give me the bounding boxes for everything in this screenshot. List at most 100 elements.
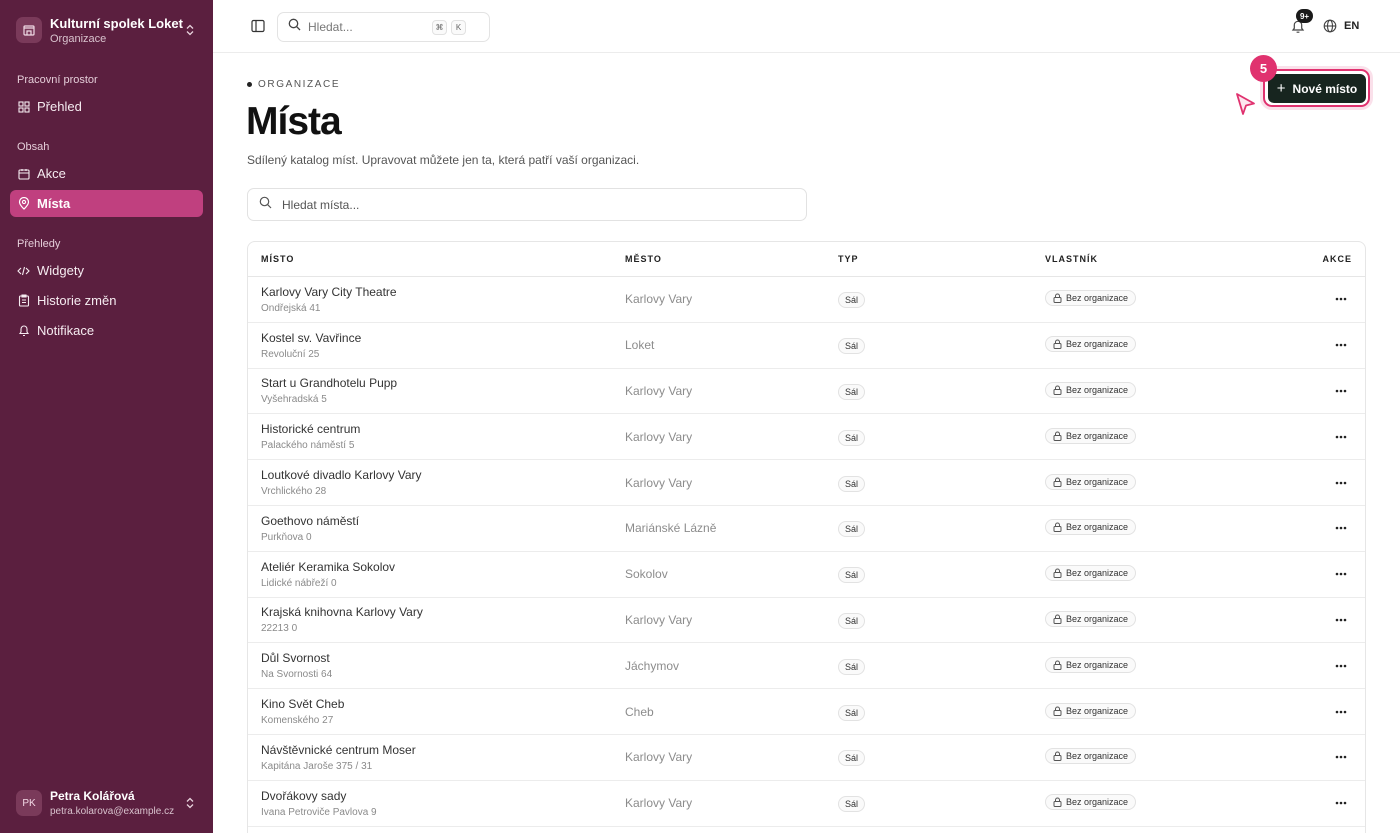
lock-icon [1053,706,1062,716]
place-address: Vrchlického 28 [261,486,327,498]
more-actions-icon[interactable] [1330,563,1352,585]
new-place-button[interactable]: + Nové místo [1268,74,1366,103]
sidebar-toggle-icon[interactable] [249,17,267,35]
place-name[interactable]: Historické centrum [261,422,625,436]
sidebar-item-widgets[interactable]: Widgety [10,257,203,284]
owner-badge: Bez organizace [1045,519,1137,536]
place-name[interactable]: Karlovy Vary City Theatre [261,285,625,299]
place-name[interactable]: Návštěvnické centrum Moser [261,743,625,757]
more-actions-icon[interactable] [1330,472,1352,494]
place-name[interactable]: Důl Svornost [261,651,625,665]
place-cell: Krajská knihovna Karlovy Vary 22213 0 [248,605,625,634]
owner-cell: Bez organizace [1045,656,1245,675]
type-cell: Sál [838,382,1045,400]
place-name[interactable]: Dvořákovy sady [261,789,625,803]
more-actions-icon[interactable] [1330,517,1352,539]
type-cell: Sál [838,336,1045,355]
sidebar-item-events[interactable]: Akce [10,160,203,187]
owner-label: Bez organizace [1066,751,1129,762]
col-header-type[interactable]: TYP [838,254,1045,264]
lock-icon [1053,522,1062,533]
place-cell: Dvořákovy sady Ivana Petroviče Pavlova 9 [248,789,625,818]
owner-label: Bez organizace [1066,339,1129,350]
place-name[interactable]: Loutkové divadlo Karlovy Vary [261,468,625,482]
sidebar-item-label: Notifikace [37,323,95,338]
table-row[interactable]: Dvořákovy sady Ivana Petroviče Pavlova 9 K… [248,781,1365,827]
user-email: petra.kolarova@example.cz [50,806,175,817]
city-name: Karlovy Vary [625,292,693,307]
table-row[interactable]: Goethovo náměstí Purkňova 0 Mariánské Lázn… [248,506,1365,552]
language-switcher[interactable]: EN [1323,17,1359,35]
sidebar-item-overview[interactable]: Přehled [10,93,203,120]
owner-cell: Bez organizace [1045,519,1245,537]
col-header-city[interactable]: MĚSTO [625,254,838,264]
place-cell: Start u Grandhotelu Pupp Vyšehradská 5 [248,376,625,405]
lock-icon [1053,293,1062,304]
places-search-input[interactable] [282,197,762,212]
type-cell: Sál [838,794,1045,813]
more-actions-icon[interactable] [1330,609,1352,631]
more-actions-icon[interactable] [1330,701,1352,723]
more-actions-icon[interactable] [1330,288,1352,310]
place-cell: Ateliér Keramika Sokolov Lidické nábřeží … [248,560,625,589]
global-search[interactable]: ⌘ K [277,12,490,42]
table-row[interactable]: Loutkové divadlo Karlovy Vary Vrchlického… [248,460,1365,506]
table-row[interactable]: Kino Svět Cheb Komenského 27 Cheb Sál Bez or… [248,689,1365,735]
type-cell: Sál [838,565,1045,584]
place-name[interactable]: Kostel sv. Vavřince [261,331,625,345]
owner-cell: Bez organizace [1045,336,1245,354]
more-actions-icon[interactable] [1330,792,1352,814]
place-address: 22213 0 [261,623,298,635]
place-name[interactable]: Start u Grandhotelu Pupp [261,376,625,390]
more-actions-icon[interactable] [1330,746,1352,768]
city-name: Karlovy Vary [625,750,693,765]
city-name: Karlovy Vary [625,475,693,490]
more-actions-icon[interactable] [1330,334,1352,356]
bell-icon [17,324,30,337]
more-actions-icon[interactable] [1330,380,1352,402]
sidebar-item-places[interactable]: Místa [10,190,203,217]
city-cell: Cheb [625,703,838,721]
col-header-place[interactable]: MÍSTO [248,254,625,264]
place-name[interactable]: Goethovo náměstí [261,514,625,528]
more-actions-icon[interactable] [1330,426,1352,448]
search-icon [288,18,301,36]
place-address: Purkňova 0 [261,531,312,543]
table-row[interactable]: Kostel sv. Vavřince Revoluční 25 Loket Sál B… [248,323,1365,369]
table-row[interactable]: Start u Grandhotelu Pupp Vyšehradská 5 Kar… [248,369,1365,415]
org-switcher[interactable]: Kulturní spolek Loket Organizace [10,9,203,51]
place-name[interactable]: Kino Svět Cheb [261,697,625,711]
sidebar-item-history[interactable]: Historie změn [10,287,203,314]
user-menu[interactable]: PK Petra Kolářová petra.kolarova@example… [10,783,203,823]
org-name: Kulturní spolek Loket [50,15,183,31]
col-header-owner[interactable]: VLASTNÍK [1045,254,1245,264]
table-row[interactable]: Historické centrum Palackého náměstí 5 Kar… [248,414,1365,461]
owner-badge: Bez organizace [1045,656,1137,673]
place-name[interactable]: Krajská knihovna Karlovy Vary [261,605,625,619]
table-row[interactable]: Karlovy Vary City Theatre Ondřejská 41 Kar… [248,277,1365,323]
table-row[interactable]: Krajská knihovna Karlovy Vary 22213 0 Karl… [248,598,1365,644]
actions-cell [1245,655,1365,677]
owner-cell: Bez organizace [1045,748,1245,766]
type-cell: Sál [838,428,1045,446]
lock-icon [1053,660,1062,670]
sidebar-item-notifications[interactable]: Notifikace [10,317,203,344]
code-icon [17,264,30,277]
table-row[interactable]: Ateliér Keramika Sokolov Lidické nábřeží … [248,552,1365,598]
place-name[interactable]: Ateliér Keramika Sokolov [261,560,625,574]
table-row[interactable]: Důl Svornost Na Svornosti 64 Jáchymov Sál Be… [248,643,1365,690]
owner-label: Bez organizace [1066,659,1129,670]
kbd-command: ⌘ [432,19,447,35]
owner-label: Bez organizace [1066,797,1129,808]
more-actions-icon[interactable] [1330,655,1352,677]
place-address: Ondřejská 41 [261,302,321,314]
city-cell: Loket [625,336,838,354]
table-row[interactable]: Návštěvnické centrum Moser Kapitána Jaroš… [248,735,1365,781]
search-input[interactable] [308,20,428,34]
place-address: Na Svornosti 64 [261,669,333,681]
page-subtitle: Sdílený katalog míst. Upravovat můžete j… [247,153,640,167]
places-search[interactable] [247,188,807,221]
city-name: Cheb [625,704,654,719]
type-badge: Sál [838,796,866,813]
city-cell: Karlovy Vary [625,382,838,400]
